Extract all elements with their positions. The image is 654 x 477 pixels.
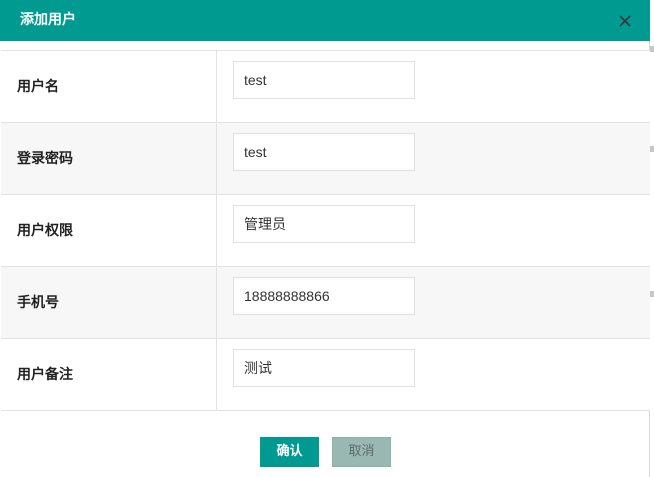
permission-label: 用户权限 [17,223,73,239]
add-user-dialog: 添加用户 用户名 登录密码 [0,0,650,477]
username-label: 用户名 [17,79,59,95]
form-row-username: 用户名 [1,51,650,123]
cancel-button[interactable]: 取消 [332,437,391,467]
remark-label: 用户备注 [17,367,73,383]
remark-input[interactable] [233,349,415,387]
close-button[interactable] [615,11,635,31]
label-cell: 用户名 [1,51,217,122]
password-label: 登录密码 [17,151,73,167]
form-row-remark: 用户备注 [1,339,650,411]
form-row-password: 登录密码 [1,123,650,195]
dialog-footer: 确认 取消 [0,413,650,477]
form-row-permission: 用户权限 [1,195,650,267]
label-cell: 用户备注 [1,339,217,410]
label-cell: 登录密码 [1,123,217,194]
form-row-phone: 手机号 [1,267,650,339]
password-input[interactable] [233,133,415,171]
background-page-edge [650,0,654,477]
user-form: 用户名 登录密码 用户权限 手机号 [1,50,650,411]
phone-input[interactable] [233,277,415,315]
phone-label: 手机号 [17,295,59,311]
label-cell: 用户权限 [1,195,217,266]
username-input[interactable] [233,61,415,99]
label-cell: 手机号 [1,267,217,338]
dialog-title: 添加用户 [20,12,76,28]
dialog-header: 添加用户 [0,0,650,41]
permission-input[interactable] [233,205,415,243]
screen: 添加用户 用户名 登录密码 [0,0,654,477]
close-icon [619,15,631,27]
confirm-button[interactable]: 确认 [260,437,319,467]
